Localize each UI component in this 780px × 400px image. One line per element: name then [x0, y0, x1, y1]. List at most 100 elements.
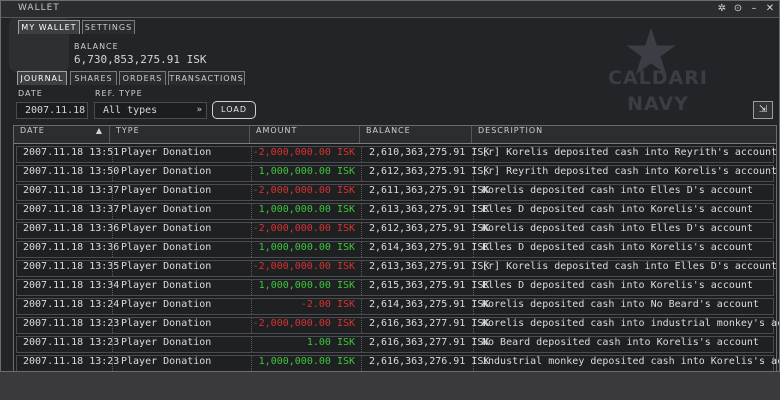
- cell-amount: 1,000,000.00 ISK: [259, 166, 355, 181]
- column-header-type[interactable]: TYPE: [110, 126, 250, 143]
- cell-type: Player Donation: [121, 166, 212, 177]
- balance-amount: 6,730,853,275.91 ISK: [74, 53, 206, 66]
- cell-description: Korelis deposited cash into industrial m…: [482, 318, 779, 329]
- cell-description: Elles D deposited cash into Korelis's ac…: [482, 280, 753, 291]
- balance-cell-value: 2,613,363,275.91: [369, 204, 466, 215]
- column-header-balance[interactable]: BALANCE: [360, 126, 472, 143]
- cell-balance: 2,616,363,277.91 ISK: [369, 337, 489, 352]
- cell-amount: -2,000,000.00 ISK: [253, 185, 355, 200]
- tab-journal[interactable]: JOURNAL: [17, 71, 67, 85]
- ref-type-select[interactable]: All types »: [94, 102, 207, 119]
- amount-value: -2,000,000.00: [252, 261, 331, 272]
- settings-icon[interactable]: ✲: [717, 3, 727, 15]
- cell-amount: 1,000,000.00 ISK: [259, 204, 355, 219]
- background-emblem: CALDARI NAVY: [608, 65, 708, 117]
- balance-cell-value: 2,613,363,275.91: [369, 261, 466, 272]
- window-title: WALLET: [18, 3, 60, 13]
- cell-type: Player Donation: [121, 204, 212, 215]
- cell-type: Player Donation: [121, 280, 212, 291]
- tab-shares[interactable]: SHARES: [70, 71, 117, 85]
- table-row[interactable]: 2007.11.18 13:36 Player Donation 1,000,000…: [16, 241, 774, 258]
- cell-balance: 2,610,363,275.91 ISK: [369, 147, 489, 162]
- sort-ascending-icon: ▲: [95, 126, 103, 135]
- table-row[interactable]: 2007.11.18 13:23 Player Donation 1,000,000…: [16, 355, 779, 371]
- balance-cell-value: 2,612,363,275.91: [369, 166, 466, 177]
- load-button[interactable]: LOAD: [212, 101, 256, 119]
- cell-description: [r] Reyrith deposited cash into Korelis'…: [482, 166, 778, 177]
- balance-label: BALANCE: [74, 42, 119, 51]
- cell-type: Player Donation: [121, 261, 212, 272]
- cell-balance: 2,611,363,275.91 ISK: [369, 185, 489, 200]
- amount-unit: ISK: [336, 223, 355, 234]
- minimize-icon[interactable]: ⊙: [733, 3, 743, 15]
- cell-type: Player Donation: [121, 318, 212, 329]
- cell-description: Elles D deposited cash into Korelis's ac…: [482, 242, 753, 253]
- cell-amount: 1,000,000.00 ISK: [259, 356, 355, 371]
- cell-description: Korelis deposited cash into No Beard's a…: [482, 299, 759, 310]
- balance-cell-value: 2,616,363,276.91: [369, 356, 466, 367]
- cell-balance: 2,616,363,277.91 ISK: [369, 318, 489, 333]
- export-icon[interactable]: ⇲: [753, 101, 773, 119]
- column-header-date[interactable]: DATE ▲: [14, 126, 110, 143]
- balance-cell-value: 2,614,363,275.91: [369, 242, 466, 253]
- table-row[interactable]: 2007.11.18 13:23 Player Donation -2,000,00…: [16, 317, 779, 334]
- table-row[interactable]: 2007.11.18 13:51 Player Donation -2,000,00…: [16, 146, 777, 163]
- balance-cell-value: 2,611,363,275.91: [369, 185, 466, 196]
- balance-cell-value: 2,615,363,275.91: [369, 280, 466, 291]
- balance-cell-value: 2,612,363,275.91: [369, 223, 466, 234]
- date-field[interactable]: 2007.11.18: [16, 102, 88, 119]
- amount-unit: ISK: [336, 242, 355, 253]
- table-row[interactable]: 2007.11.18 13:24 Player Donation -2.00 ISK…: [16, 298, 774, 315]
- cell-date: 2007.11.18 13:23: [23, 318, 120, 329]
- amount-value: -2.00: [300, 299, 331, 310]
- column-header-amount[interactable]: AMOUNT: [250, 126, 360, 143]
- tab-transactions[interactable]: TRANSACTIONS: [168, 71, 245, 85]
- tab-settings[interactable]: SETTINGS: [82, 20, 135, 34]
- cell-type: Player Donation: [121, 356, 212, 367]
- amount-value: 1,000,000.00: [258, 356, 331, 367]
- cell-type: Player Donation: [121, 185, 212, 196]
- amount-value: -2,000,000.00: [252, 185, 331, 196]
- cell-amount: 1,000,000.00 ISK: [259, 242, 355, 257]
- emblem-line-1: CALDARI: [608, 67, 708, 89]
- cell-description: Korelis deposited cash into Elles D's ac…: [482, 223, 753, 234]
- table-row[interactable]: 2007.11.18 13:37 Player Donation 1,000,000…: [16, 203, 774, 220]
- table-row[interactable]: 2007.11.18 13:36 Player Donation -2,000,00…: [16, 222, 774, 239]
- table-row[interactable]: 2007.11.18 13:23 Player Donation 1.00 ISK 2…: [16, 336, 774, 353]
- balance-cell-value: 2,616,363,277.91: [369, 337, 466, 348]
- restore-icon[interactable]: –: [749, 3, 759, 15]
- journal-table: DATE ▲ TYPE AMOUNT BALANCE DESCRIPTION 2…: [13, 125, 779, 371]
- tab-orders[interactable]: ORDERS: [119, 71, 166, 85]
- cell-date: 2007.11.18 13:35: [23, 261, 120, 272]
- cell-description: Korelis deposited cash into Elles D's ac…: [482, 185, 753, 196]
- tab-my-wallet[interactable]: MY WALLET: [18, 20, 80, 34]
- ref-type-value: All types: [103, 105, 158, 116]
- cell-balance: 2,614,363,275.91 ISK: [369, 242, 489, 257]
- table-row[interactable]: 2007.11.18 13:34 Player Donation 1,000,000…: [16, 279, 774, 296]
- title-bar[interactable]: WALLET ✲ ⊙ – ✕: [1, 1, 779, 18]
- column-header-description[interactable]: DESCRIPTION: [472, 126, 776, 143]
- balance-cell-value: 2,614,363,275.91: [369, 299, 466, 310]
- emblem-line-2: NAVY: [627, 93, 689, 115]
- close-icon[interactable]: ✕: [765, 3, 775, 15]
- cell-date: 2007.11.18 13:23: [23, 337, 120, 348]
- cell-date: 2007.11.18 13:36: [23, 242, 120, 253]
- table-row[interactable]: 2007.11.18 13:35 Player Donation -2,000,00…: [16, 260, 777, 277]
- table-row[interactable]: 2007.11.18 13:50 Player Donation 1,000,000…: [16, 165, 778, 182]
- cell-description: industrial monkey deposited cash into Ko…: [482, 356, 779, 367]
- balance-cell-value: 2,616,363,277.91: [369, 318, 466, 329]
- cell-date: 2007.11.18 13:24: [23, 299, 120, 310]
- amount-unit: ISK: [336, 280, 355, 291]
- cell-date: 2007.11.18 13:23: [23, 356, 120, 367]
- cell-date: 2007.11.18 13:50: [23, 166, 120, 177]
- cell-balance: 2,613,363,275.91 ISK: [369, 261, 489, 276]
- cell-type: Player Donation: [121, 147, 212, 158]
- amount-value: 1,000,000.00: [258, 166, 331, 177]
- cell-balance: 2,616,363,276.91 ISK: [369, 356, 489, 371]
- table-row[interactable]: 2007.11.18 13:37 Player Donation -2,000,00…: [16, 184, 774, 201]
- amount-unit: ISK: [336, 337, 355, 348]
- cell-amount: -2,000,000.00 ISK: [253, 261, 355, 276]
- amount-unit: ISK: [336, 356, 355, 367]
- balance-cell-value: 2,610,363,275.91: [369, 147, 466, 158]
- cell-balance: 2,613,363,275.91 ISK: [369, 204, 489, 219]
